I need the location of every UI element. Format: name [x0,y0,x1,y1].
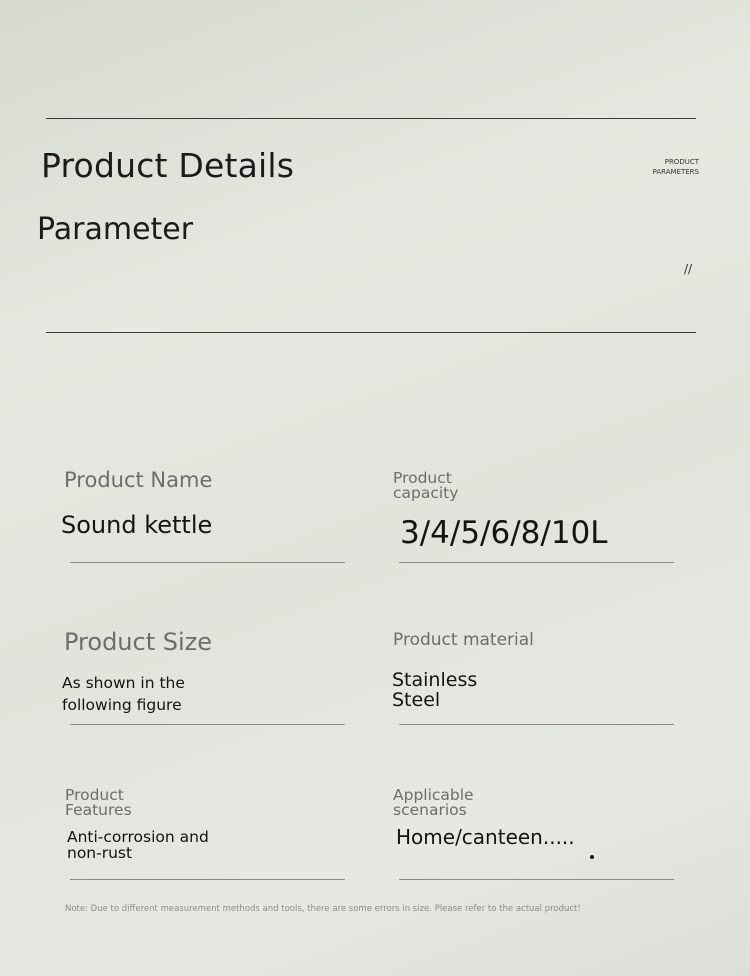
top-divider [46,118,696,119]
product-name-underline [70,562,345,563]
product-size-label: Product Size [64,628,213,656]
product-capacity-value: 3/4/5/6/8/10L [400,515,608,551]
header-bottom-divider [46,332,696,333]
product-features-underline [70,879,345,880]
side-label-line2: PARAMETERS [652,168,699,176]
side-label: PRODUCT PARAMETERS [620,157,699,177]
scenarios-label-line2: scenarios [393,801,467,819]
features-label-line2: Features [65,801,132,819]
applicable-scenarios-value: Home/canteen..... [396,825,575,849]
applicable-scenarios-label: Applicable scenarios [393,787,474,819]
dot-mark [590,855,594,859]
capacity-label-line2: capacity [393,484,459,502]
product-features-value: Anti-corrosion and non-rust [67,829,209,861]
material-value-line2: Steel [392,689,441,711]
material-value-line1: Stainless [392,669,478,691]
applicable-scenarios-underline [399,879,674,880]
features-value-line2: non-rust [67,844,133,862]
product-material-value: Stainless Steel [392,670,477,710]
side-label-line1: PRODUCT [664,158,699,166]
product-name-value: Sound kettle [61,511,213,539]
page-title: Product Details [41,146,295,185]
product-name-label: Product Name [64,468,213,492]
product-size-underline [70,724,345,725]
size-value-line2: following figure [62,696,182,714]
features-value-line1: Anti-corrosion and [67,828,209,846]
product-size-value: As shown in the following figure [62,672,185,716]
product-capacity-label: Product capacity [393,470,459,502]
product-material-underline [399,724,674,725]
measurement-note: Note: Due to different measurement metho… [65,904,581,914]
size-value-line1: As shown in the [62,674,185,692]
product-features-label: Product Features [65,787,132,819]
product-capacity-underline [399,562,674,563]
product-material-label: Product material [393,630,534,650]
page-subtitle: Parameter [37,212,194,247]
slash-mark: // [684,262,693,276]
